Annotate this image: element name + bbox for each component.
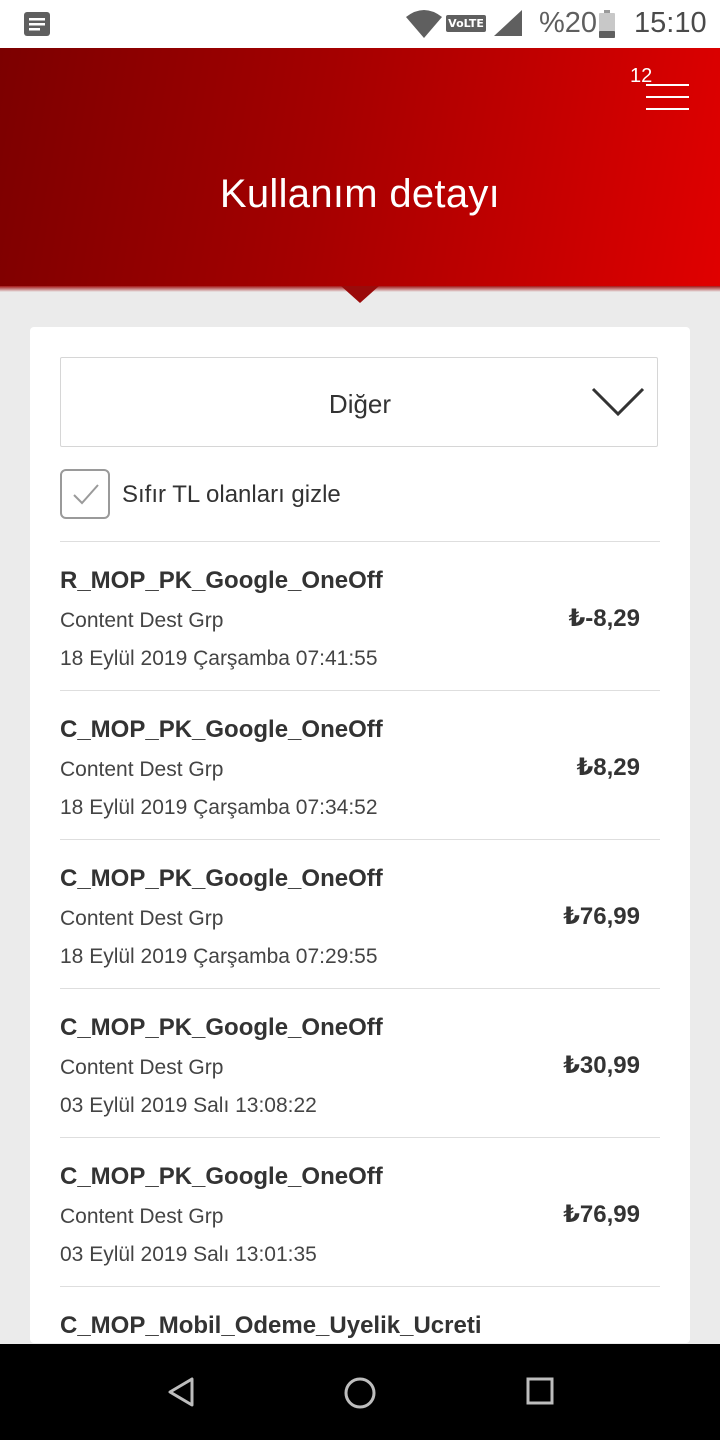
transaction-date: 18 Eylül 2019 Çarşamba 07:41:55 [60,647,378,670]
hide-zero-checkbox[interactable] [60,469,110,519]
transaction-amount: ₺-8,29 [568,605,640,632]
usage-card: Diğer Sıfır TL olanları gizle R_MOP_PK_G… [30,327,690,1343]
header-notch [341,286,379,303]
transaction-amount: ₺76,99 [563,903,640,930]
transaction-date: 18 Eylül 2019 Çarşamba 07:34:52 [60,796,378,819]
category-dropdown[interactable]: Diğer [60,357,658,447]
transaction-date: 18 Eylül 2019 Çarşamba 07:29:55 [60,945,378,968]
hide-zero-option: Sıfır TL olanları gizle [60,469,658,521]
transaction-title: C_MOP_PK_Google_OneOff [60,716,383,743]
transaction-amount: ₺30,99 [563,1052,640,1079]
transaction-title: C_MOP_Mobil_Odeme_Uyelik_Ucreti [60,1312,482,1339]
status-bar: VoLTE %20 15:10 [0,0,720,48]
battery-percent: %20 [539,7,598,39]
transaction-subtitle: Content Dest Grp [60,758,224,781]
transaction-row[interactable]: C_MOP_Mobil_Odeme_Uyelik_Ucreti [60,1286,660,1343]
transaction-subtitle: Content Dest Grp [60,1056,224,1079]
volte-icon: VoLTE [446,15,486,32]
wifi-icon [406,9,442,44]
transaction-subtitle: Content Dest Grp [60,907,224,930]
chevron-down-icon [591,386,645,423]
system-nav-bar [0,1344,720,1440]
transaction-title: C_MOP_PK_Google_OneOff [60,1014,383,1041]
status-time: 15:10 [634,7,707,39]
checkmark-icon [73,484,99,505]
transaction-row[interactable]: C_MOP_PK_Google_OneOff Content Dest Grp … [60,839,660,988]
transaction-subtitle: Content Dest Grp [60,609,224,632]
hamburger-menu-icon[interactable] [646,76,690,116]
transaction-title: C_MOP_PK_Google_OneOff [60,1163,383,1190]
transaction-row[interactable]: C_MOP_PK_Google_OneOff Content Dest Grp … [60,988,660,1137]
page-title: Kullanım detayı [219,172,501,216]
transaction-amount: ₺76,99 [563,1201,640,1228]
notification-icon [24,12,50,41]
dropdown-selected-value: Diğer [328,389,392,419]
transaction-date: 03 Eylül 2019 Salı 13:01:35 [60,1243,317,1266]
transaction-subtitle: Content Dest Grp [60,1205,224,1228]
recents-icon[interactable] [525,1376,555,1411]
transaction-list: R_MOP_PK_Google_OneOff Content Dest Grp … [60,541,660,1343]
signal-icon [494,10,522,41]
battery-icon [599,10,615,43]
transaction-row[interactable]: C_MOP_PK_Google_OneOff Content Dest Grp … [60,1137,660,1286]
hide-zero-label: Sıfır TL olanları gizle [122,481,341,508]
transaction-title: R_MOP_PK_Google_OneOff [60,567,383,594]
transaction-amount: ₺8,29 [576,754,640,781]
transaction-date: 03 Eylül 2019 Salı 13:08:22 [60,1094,317,1117]
page-header: 12 Kullanım detayı [0,48,720,303]
back-icon[interactable] [166,1376,196,1413]
transaction-row[interactable]: C_MOP_PK_Google_OneOff Content Dest Grp … [60,690,660,839]
transaction-row[interactable]: R_MOP_PK_Google_OneOff Content Dest Grp … [60,541,660,690]
transaction-title: C_MOP_PK_Google_OneOff [60,865,383,892]
home-icon[interactable] [343,1376,377,1415]
